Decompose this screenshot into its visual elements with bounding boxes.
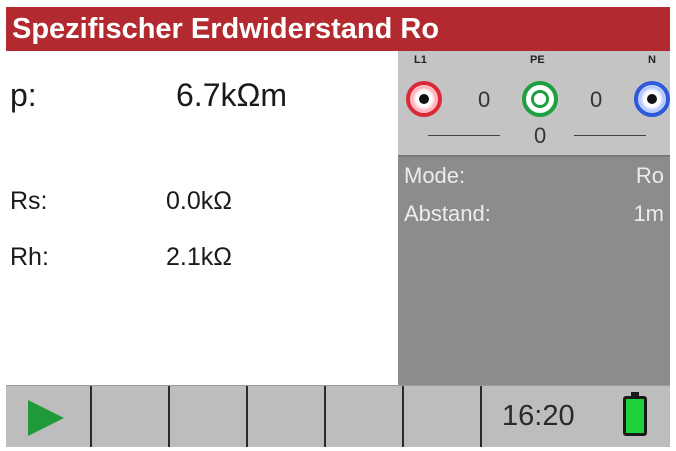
terminal-panel: L1 PE N 0 0 0	[398, 51, 670, 157]
terminal-pe-icon	[522, 81, 558, 117]
rs-value: 0.0kΩ	[166, 187, 232, 215]
function-key-6[interactable]	[404, 386, 482, 447]
abstand-label: Abstand:	[404, 201, 491, 226]
n-connector-line	[574, 135, 646, 136]
function-key-5[interactable]	[326, 386, 404, 447]
function-key-2[interactable]	[92, 386, 170, 447]
abstand-value: 1m	[633, 201, 664, 226]
play-icon	[28, 400, 64, 436]
clock-time: 16:20	[502, 400, 575, 432]
device-screen: Spezifischer Erdwiderstand Ro p: 6.7kΩm …	[6, 7, 670, 447]
l1-pe-voltage: 0	[478, 87, 491, 112]
terminal-l1-label: L1	[414, 54, 427, 66]
terminal-l1-icon	[406, 81, 442, 117]
l1-connector-line	[428, 135, 500, 136]
info-panel: Mode: Ro Abstand: 1m	[398, 157, 670, 385]
battery-full-icon	[623, 392, 647, 436]
function-key-4[interactable]	[248, 386, 326, 447]
terminal-n-label: N	[648, 54, 656, 66]
measurement-panel: p: 6.7kΩm Rs: 0.0kΩ Rh: 2.1kΩ	[6, 51, 398, 385]
function-key-bar: 16:20	[6, 385, 670, 447]
function-key-3[interactable]	[170, 386, 248, 447]
rho-label: p:	[10, 77, 37, 113]
start-button[interactable]	[6, 386, 92, 447]
mode-value: Ro	[635, 163, 664, 188]
terminal-pe-label: PE	[530, 54, 545, 66]
mode-label: Mode:	[404, 163, 466, 188]
terminal-n-icon	[634, 81, 670, 117]
rh-label: Rh:	[10, 243, 49, 271]
pe-n-voltage: 0	[590, 87, 603, 112]
rh-value: 2.1kΩ	[166, 243, 232, 271]
screen-title: Spezifischer Erdwiderstand Ro	[6, 7, 670, 51]
l1-n-voltage: 0	[534, 123, 547, 148]
rs-label: Rs:	[10, 187, 48, 215]
rho-value: 6.7kΩm	[176, 77, 288, 113]
